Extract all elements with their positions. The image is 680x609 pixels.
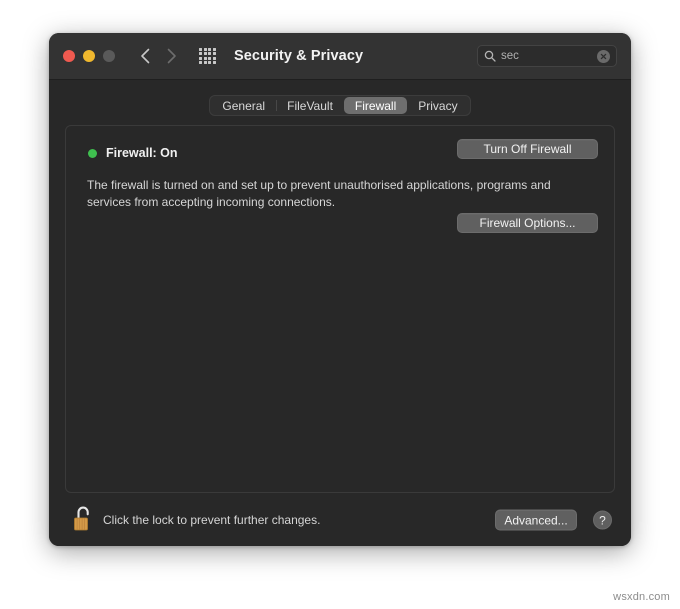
firewall-status-row: Firewall: On [88,146,178,160]
site-watermark: wsxdn.com [613,591,670,603]
lock-hint-text: Click the lock to prevent further change… [103,513,321,527]
traffic-light-buttons [63,50,115,62]
tab-firewall[interactable]: Firewall [343,97,408,114]
advanced-button[interactable]: Advanced... [495,509,577,531]
turn-off-firewall-button[interactable]: Turn Off Firewall [457,139,598,159]
firewall-description-text: The firewall is turned on and set up to … [87,178,551,209]
search-field[interactable]: sec [477,45,617,67]
tab-privacy[interactable]: Privacy [407,97,468,114]
close-button[interactable] [63,50,75,62]
firewall-options-button[interactable]: Firewall Options... [457,213,598,233]
preferences-bottom-bar: Click the lock to prevent further change… [49,493,631,546]
chevron-left-icon[interactable] [135,45,155,67]
firewall-settings-panel: Firewall: On Turn Off Firewall The firew… [65,125,615,493]
tab-filevault[interactable]: FileVault [276,97,344,114]
clear-search-icon[interactable] [597,49,610,63]
segmented-tab-control: General FileVault Firewall Privacy [209,95,471,116]
status-indicator-dot [88,148,97,158]
firewall-status-label: Firewall: On [106,146,178,160]
preference-tab-bar: General FileVault Firewall Privacy [49,80,631,116]
window-titlebar: Security & Privacy sec [49,33,631,80]
unlocked-padlock-icon[interactable] [71,505,97,535]
all-preferences-grid-icon[interactable] [199,47,218,65]
zoom-button[interactable] [103,50,115,62]
system-preferences-window: Security & Privacy sec General FileVault… [49,33,631,546]
window-title: Security & Privacy [234,48,364,64]
tab-general[interactable]: General [211,97,276,114]
minimize-button[interactable] [83,50,95,62]
navigation-arrows [135,45,181,67]
chevron-right-icon[interactable] [161,45,181,67]
help-button[interactable]: ? [593,510,612,530]
search-icon [484,50,496,62]
search-input-value[interactable]: sec [501,50,597,62]
window-content: General FileVault Firewall Privacy Firew… [49,80,631,546]
